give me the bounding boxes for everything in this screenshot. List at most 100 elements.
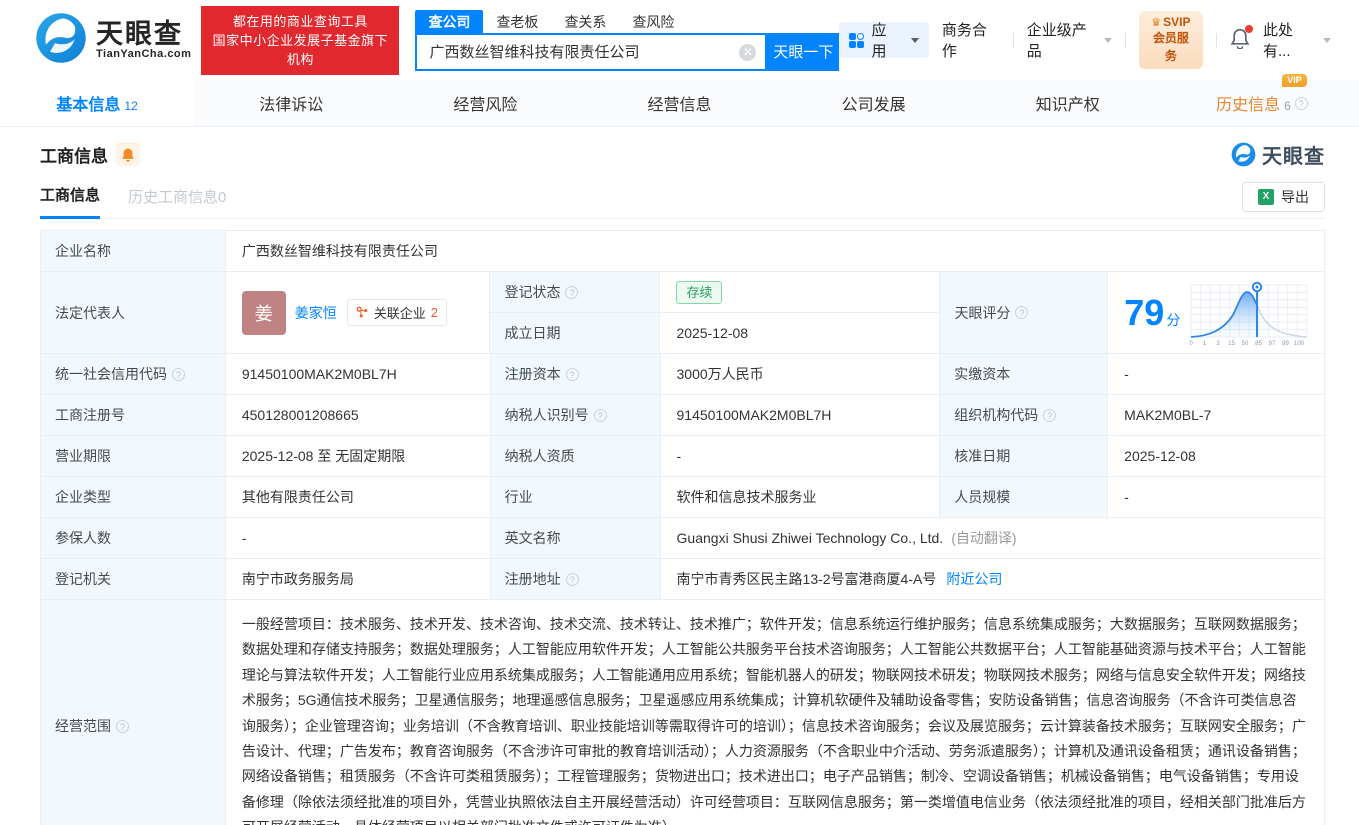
table-row: 登记机关 南宁市政务服务局 注册地址 南宁市青秀区民主路13-2号富港商厦4-A… <box>41 559 1325 600</box>
subtabs-row: 工商信息 历史工商信息0 导出 <box>40 182 1325 219</box>
field-label: 统一社会信用代码 <box>41 354 226 395</box>
field-label: 天眼评分 <box>940 272 1109 354</box>
apps-grid-icon <box>849 32 865 48</box>
field-value: 450128001208665 <box>225 395 491 436</box>
field-value: 南宁市政务服务局 <box>225 559 491 600</box>
export-button[interactable]: 导出 <box>1242 182 1325 212</box>
tab-legal-litigation[interactable]: 法律诉讼 <box>194 80 388 126</box>
auto-translate-note: (自动翻译) <box>951 530 1017 546</box>
field-value: 91450100MAK2M0BL7H <box>225 354 491 395</box>
score-distribution-chart: 0 1 3 15 50 85 97 99 100 <box>1189 281 1308 347</box>
help-icon[interactable] <box>1043 408 1057 422</box>
svg-text:99: 99 <box>1282 341 1289 347</box>
tab-operation-info[interactable]: 经营信息 <box>582 80 776 126</box>
field-label: 法定代表人 <box>41 272 226 354</box>
chevron-down-icon <box>910 37 919 43</box>
tianyancha-swirl-icon <box>35 12 87 69</box>
top-nav: 应用 商务合作 企业级产品 ♛ SVIP 会员服务 此处有... <box>839 11 1359 69</box>
related-company-icon <box>356 306 368 318</box>
nav-cooperation[interactable]: 商务合作 <box>942 19 1000 61</box>
field-value: - <box>660 436 941 477</box>
legal-rep-cell: 姜 姜家恒 关联企业 2 <box>225 272 491 354</box>
help-icon[interactable] <box>1294 96 1308 110</box>
field-label: 营业期限 <box>41 436 226 477</box>
nav-account-more[interactable]: 此处有... <box>1263 19 1332 61</box>
promo-banner: 都在用的商业查询工具 国家中小企业发展子基金旗下机构 <box>201 5 400 75</box>
field-label: 注册资本 <box>490 354 661 395</box>
field-value: - <box>1108 477 1325 518</box>
field-label: 核准日期 <box>940 436 1109 477</box>
search-button[interactable]: 天眼一下 <box>767 32 840 71</box>
divider <box>1124 32 1126 48</box>
tab-history-info[interactable]: 历史信息 6 VIP <box>1165 74 1359 126</box>
help-icon[interactable] <box>593 408 607 422</box>
search-tab-risk[interactable]: 查风险 <box>619 10 687 33</box>
chevron-down-icon <box>1323 37 1332 43</box>
svg-text:85: 85 <box>1255 341 1262 347</box>
field-value: MAK2M0BL-7 <box>1108 395 1325 436</box>
field-label: 参保人数 <box>41 518 226 559</box>
score-cell: 79 分 0 1 3 15 50 85 97 99 100 <box>1108 272 1325 354</box>
legal-rep-avatar[interactable]: 姜 <box>241 290 286 335</box>
field-value: 2025-12-08 至 无固定期限 <box>225 436 491 477</box>
svg-text:1: 1 <box>1203 341 1207 347</box>
search-tab-boss[interactable]: 查老板 <box>483 10 551 33</box>
notifications-button[interactable] <box>1230 24 1253 54</box>
tab-intellectual-property[interactable]: 知识产权 <box>971 80 1165 126</box>
divider <box>1216 32 1217 48</box>
svg-text:3: 3 <box>1216 341 1220 347</box>
tab-operation-risk[interactable]: 经营风险 <box>388 80 582 126</box>
help-icon[interactable] <box>565 572 579 586</box>
subtab-history-business-info[interactable]: 历史工商信息0 <box>128 186 226 218</box>
search-tab-relation[interactable]: 查关系 <box>551 10 619 33</box>
establish-date-value: 2025-12-08 <box>660 313 941 354</box>
logo-domain: TianYanCha.com <box>96 48 192 60</box>
divider <box>1012 32 1014 48</box>
field-label: 纳税人资质 <box>490 436 661 477</box>
english-name-value: Guangxi Shusi Zhiwei Technology Co., Ltd… <box>676 530 944 546</box>
tianyancha-swirl-icon <box>1231 142 1256 166</box>
nearby-companies-link[interactable]: 附近公司 <box>946 569 1002 589</box>
help-icon[interactable] <box>565 285 579 299</box>
field-label: 登记状态 <box>490 272 661 313</box>
field-label: 英文名称 <box>490 518 661 559</box>
tab-count: 12 <box>124 99 138 113</box>
field-label: 纳税人识别号 <box>490 395 661 436</box>
subtab-business-info[interactable]: 工商信息 <box>40 184 101 219</box>
field-value: 3000万人民币 <box>660 354 941 395</box>
field-label: 经营范围 <box>41 600 226 825</box>
field-value: 软件和信息技术服务业 <box>660 477 941 518</box>
help-icon[interactable] <box>116 719 129 733</box>
table-row: 企业类型 其他有限责任公司 行业 软件和信息技术服务业 人员规模 - <box>41 477 1325 518</box>
legal-rep-link[interactable]: 姜家恒 <box>295 303 337 323</box>
search-tab-company[interactable]: 查公司 <box>415 9 484 33</box>
help-icon[interactable] <box>1015 306 1029 319</box>
svip-member-button[interactable]: ♛ SVIP 会员服务 <box>1138 11 1204 69</box>
section-title: 工商信息 <box>40 146 108 166</box>
svg-text:50: 50 <box>1242 341 1249 347</box>
help-icon[interactable] <box>565 367 579 381</box>
table-row: 参保人数 - 英文名称 Guangxi Shusi Zhiwei Technol… <box>41 518 1325 559</box>
table-row: 经营范围 一般经营项目：技术服务、技术开发、技术咨询、技术交流、技术转让、技术推… <box>41 600 1325 825</box>
apps-menu-button[interactable]: 应用 <box>839 22 929 60</box>
site-logo[interactable]: 天眼查 TianYanCha.com <box>35 12 191 69</box>
reg-status-cell: 存续 <box>660 272 941 313</box>
monitor-bell-button[interactable] <box>116 142 140 166</box>
search-tabs: 查公司 查老板 查关系 查风险 <box>415 9 839 33</box>
field-label: 组织机构代码 <box>940 395 1109 436</box>
svg-text:97: 97 <box>1269 341 1276 347</box>
related-companies-button[interactable]: 关联企业 2 <box>346 299 448 326</box>
field-label: 实缴资本 <box>940 354 1109 395</box>
nav-enterprise[interactable]: 企业级产品 <box>1027 19 1112 61</box>
search-input[interactable] <box>417 34 766 69</box>
field-label: 企业类型 <box>41 477 226 518</box>
help-icon[interactable] <box>172 367 185 381</box>
vip-badge: VIP <box>1282 74 1307 87</box>
crown-icon: ♛ <box>1151 16 1162 29</box>
tab-company-development[interactable]: 公司发展 <box>777 80 971 126</box>
table-row: 营业期限 2025-12-08 至 无固定期限 纳税人资质 - 核准日期 202… <box>41 436 1325 477</box>
banner-line2: 国家中小企业发展子基金旗下机构 <box>212 32 389 67</box>
site-header: 天眼查 TianYanCha.com 都在用的商业查询工具 国家中小企业发展子基… <box>0 0 1359 80</box>
tab-basic-info[interactable]: 基本信息 12 <box>0 80 195 126</box>
search-clear-icon[interactable] <box>739 43 757 61</box>
